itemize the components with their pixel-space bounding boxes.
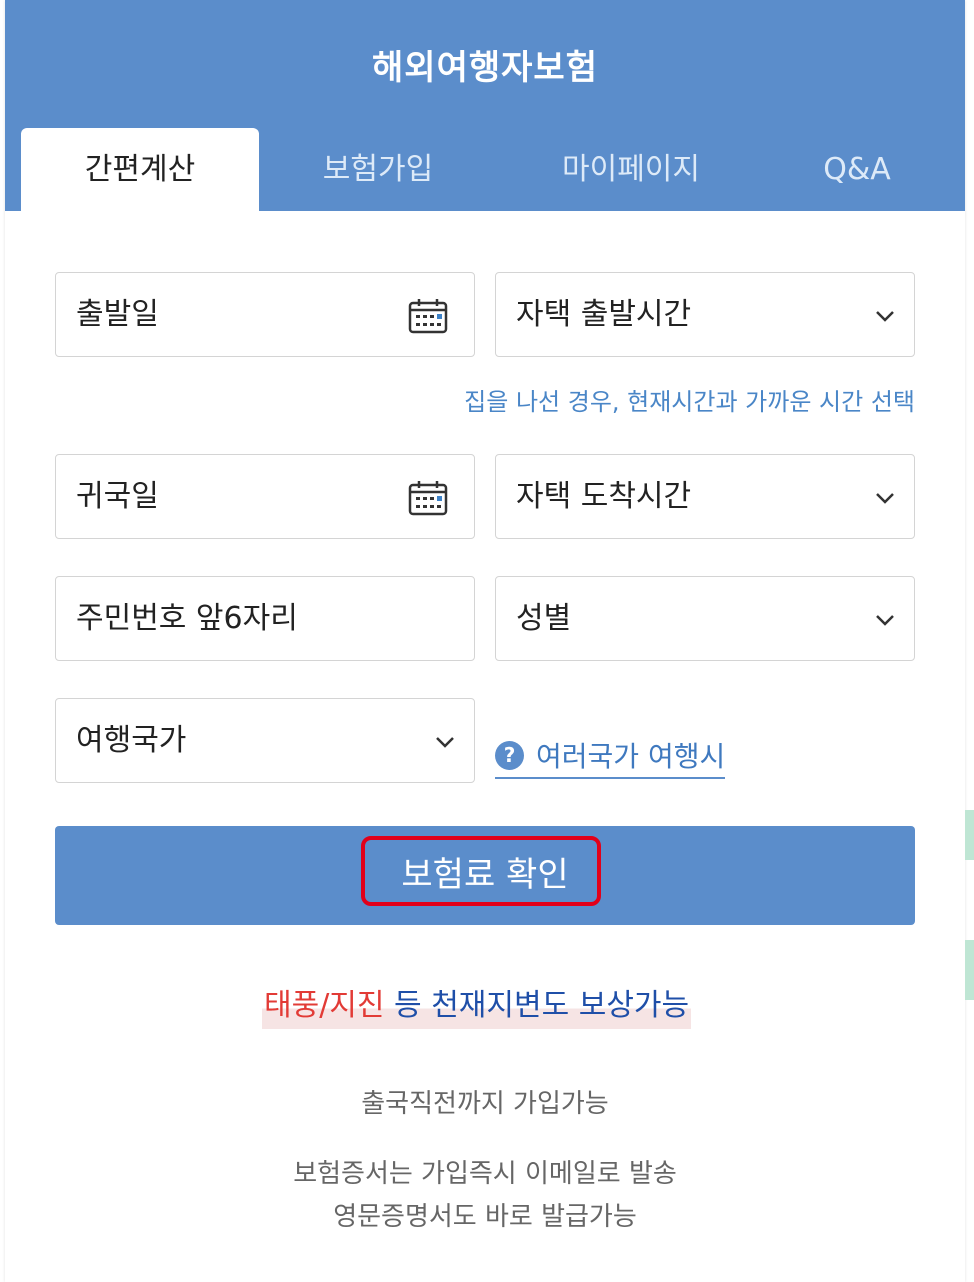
multi-country-link[interactable]: ? 여러국가 여행시 (495, 735, 726, 779)
check-premium-button[interactable]: 보험료 확인 (55, 826, 915, 925)
info-line-1: 출국직전까지 가입가능 (361, 1089, 609, 1119)
tab-qna[interactable]: Q&A (765, 128, 949, 211)
country-select[interactable]: 여행국가 (55, 698, 475, 783)
chevron-down-icon (876, 493, 894, 504)
check-premium-label: 보험료 확인 (401, 855, 569, 895)
country-label: 여행국가 (76, 723, 187, 758)
edge-decoration (965, 940, 974, 1000)
id-number-label: 주민번호 앞6자리 (76, 601, 298, 636)
chevron-down-icon (876, 311, 894, 322)
calendar-icon (408, 299, 448, 334)
departure-date-label: 출발일 (76, 297, 159, 332)
gender-label: 성별 (516, 601, 572, 636)
gender-select[interactable]: 성별 (495, 576, 915, 661)
departure-date-field[interactable]: 출발일 (55, 272, 475, 357)
app-title: 해외여행자보험 (372, 48, 598, 88)
multi-country-link-label: 여러국가 여행시 (536, 740, 726, 773)
tab-join[interactable]: 보험가입 (259, 128, 497, 211)
edge-decoration (965, 810, 974, 860)
arrival-time-select[interactable]: 자택 도착시간 (495, 454, 915, 539)
id-number-input[interactable]: 주민번호 앞6자리 (55, 576, 475, 661)
return-date-label: 귀국일 (76, 479, 159, 514)
tab-mypage[interactable]: 마이페이지 (497, 128, 765, 211)
arrival-time-label: 자택 도착시간 (516, 479, 692, 514)
promo-blue-text: 등 천재지변도 보상가능 (384, 988, 690, 1023)
promo-red-text: 태풍/지진 (264, 988, 385, 1023)
chevron-down-icon (436, 737, 454, 748)
departure-time-select[interactable]: 자택 출발시간 (495, 272, 915, 357)
tab-quick-calc[interactable]: 간편계산 (21, 128, 259, 211)
promo-banner: 태풍/지진 등 천재지변도 보상가능 (262, 983, 692, 1029)
question-icon: ? (495, 740, 524, 770)
departure-time-hint: 집을 나선 경우, 현재시간과 가까운 시간 선택 (464, 388, 915, 416)
header: 해외여행자보험 간편계산 보험가입 마이페이지 Q&A (5, 0, 965, 211)
calendar-icon (408, 481, 448, 516)
info-line-2: 보험증서는 가입즉시 이메일로 발송 (293, 1159, 677, 1189)
return-date-field[interactable]: 귀국일 (55, 454, 475, 539)
departure-time-label: 자택 출발시간 (516, 297, 692, 332)
info-line-3: 영문증명서도 바로 발급가능 (333, 1202, 637, 1232)
insurance-card: 해외여행자보험 간편계산 보험가입 마이페이지 Q&A 출발일 자택 출발시간 … (5, 0, 965, 1282)
chevron-down-icon (876, 615, 894, 626)
